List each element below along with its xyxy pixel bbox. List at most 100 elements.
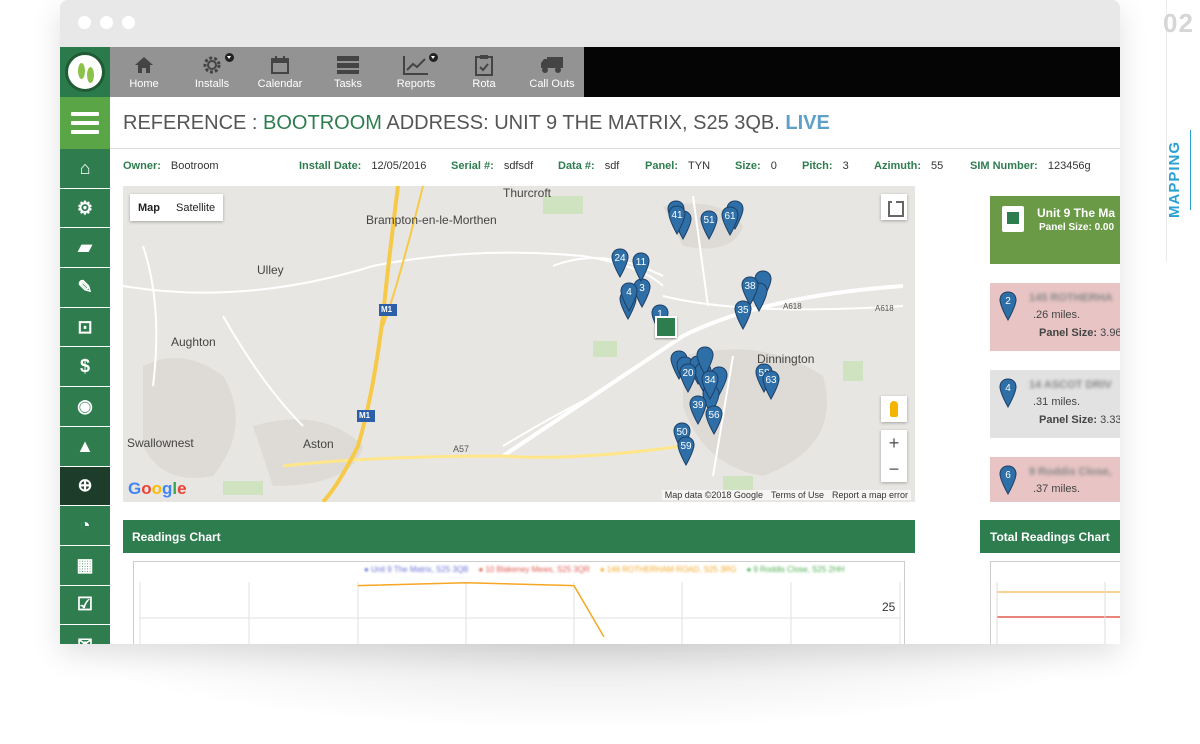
chart-icon <box>382 52 450 78</box>
readings-chart-title: Readings Chart <box>123 520 915 553</box>
calendar-icon <box>246 52 314 78</box>
map-pin-icon[interactable]: 24 <box>611 248 629 279</box>
window-dot-maximize[interactable] <box>122 16 135 29</box>
map-pin-icon[interactable]: 56 <box>705 405 723 436</box>
sidebar-pie-chart-icon[interactable]: ◔ <box>60 506 110 546</box>
map-tab-satellite[interactable]: Satellite <box>168 194 223 221</box>
selected-install-card[interactable]: Unit 9 The Ma Panel Size: 0.00 <box>990 196 1120 264</box>
readings-chart: Unit 9 The Matrix, S25 3QB 10 Blakeney M… <box>133 561 905 644</box>
map-pin-icon[interactable]: 41 <box>668 205 686 236</box>
home-marker-icon[interactable] <box>655 316 677 338</box>
nav-home[interactable]: Home <box>110 47 178 97</box>
sidebar-grid-icon[interactable]: ▦ <box>60 546 110 586</box>
svg-text:3: 3 <box>639 283 645 294</box>
nearby-install-name: 9 Roddis Close, <box>1029 466 1112 478</box>
map-place-swallownest: Swallownest <box>127 436 194 450</box>
fullscreen-icon[interactable] <box>881 194 907 220</box>
svg-text:61: 61 <box>724 211 736 222</box>
readings-chart-panel: Readings Chart Unit 9 The Matrix, S25 3Q… <box>123 520 915 644</box>
svg-text:38: 38 <box>744 281 756 292</box>
info-owner: Owner: Bootroom <box>123 160 219 172</box>
reference-value: BOOTROOM <box>263 112 382 134</box>
window-shadow <box>60 640 1120 730</box>
selected-install-size: Panel Size: 0.00 <box>1039 222 1115 233</box>
map-tab-map[interactable]: Map <box>130 194 168 221</box>
install-details: Owner: Bootroom Install Date: 12/05/2016 S… <box>110 150 1120 180</box>
sidebar-search-map-icon[interactable]: ⊕ <box>60 466 110 507</box>
map-pin-icon[interactable]: 63 <box>762 370 780 401</box>
hamburger-menu-icon[interactable] <box>60 97 110 149</box>
nav-rota[interactable]: Rota <box>450 47 518 97</box>
sidebar-dollar-icon[interactable]: $ <box>60 347 110 388</box>
nav-reports[interactable]: Reports <box>382 47 450 97</box>
footprints-logo-icon <box>65 52 105 92</box>
truck-icon <box>518 52 586 78</box>
sidebar-eye-icon[interactable]: ◉ <box>60 387 110 427</box>
sidebar-mail-icon[interactable]: ✉ <box>60 625 110 644</box>
installs-map[interactable]: Thurcroft Brampton-en-le-Morthen Ulley A… <box>123 186 915 502</box>
browser-window: Home Installs Calendar Tasks Reports Rot… <box>60 0 1120 644</box>
map-credits: Map data ©2018 Google Terms of Use Repor… <box>661 490 911 500</box>
nav-spacer <box>584 47 1120 97</box>
map-pin-icon[interactable]: 35 <box>734 300 752 331</box>
sidebar-gear-icon[interactable]: ⚙ <box>60 189 110 229</box>
tasks-icon <box>314 52 382 78</box>
nearby-install-card[interactable]: 2 145 ROTHERHA .26 miles. Panel Size: 3.… <box>990 283 1120 351</box>
info-serial: Serial #: sdfsdf <box>451 160 534 172</box>
map-place-aughton: Aughton <box>171 335 216 349</box>
nav-calendar[interactable]: Calendar <box>246 47 314 97</box>
nav-installs[interactable]: Installs <box>178 47 246 97</box>
nav-menu: Home Installs Calendar Tasks Reports Rot… <box>110 47 586 97</box>
zoom-in-button[interactable]: + <box>881 430 907 456</box>
nav-callouts[interactable]: Call Outs <box>518 47 586 97</box>
map-pin-icon: 2 <box>999 291 1017 321</box>
sidebar-warning-icon[interactable]: ▲ <box>60 427 110 467</box>
map-pin-icon[interactable]: 4 <box>620 282 638 313</box>
nav-tasks[interactable]: Tasks <box>314 47 382 97</box>
map-road-m1-south: M1 <box>359 411 371 420</box>
total-readings-title: Total Readings Chart <box>980 520 1120 553</box>
info-panel: Panel: TYN <box>645 160 711 172</box>
terms-link[interactable]: Terms of Use <box>771 490 824 500</box>
map-pin-icon[interactable]: 59 <box>677 436 695 467</box>
home-marker-icon <box>1002 206 1024 232</box>
nearby-install-card[interactable]: 4 14 ASCOT DRIV .31 miles. Panel Size: 3… <box>990 370 1120 438</box>
svg-text:59: 59 <box>680 441 692 452</box>
svg-text:39: 39 <box>692 400 704 411</box>
svg-text:35: 35 <box>737 305 749 316</box>
report-error-link[interactable]: Report a map error <box>832 490 908 500</box>
nearby-install-card[interactable]: 6 9 Roddis Close, .37 miles. <box>990 457 1120 502</box>
window-dot-close[interactable] <box>78 16 91 29</box>
sidebar-home-icon[interactable]: ⌂ <box>60 149 110 189</box>
svg-text:41: 41 <box>671 210 683 221</box>
map-pin-icon[interactable]: 20 <box>679 363 697 394</box>
zoom-out-button[interactable]: − <box>881 456 907 482</box>
address-value: UNIT 9 THE MATRIX, S25 3QB. <box>494 112 780 134</box>
map-pin-icon[interactable]: 61 <box>721 206 739 237</box>
sidebar: ⌂ ⚙ ▰ ✎ ⊡ $ ◉ ▲ ⊕ ◔ ▦ ☑ ✉ <box>60 97 110 644</box>
map-pin-icon: 6 <box>999 465 1017 495</box>
logo[interactable] <box>60 47 110 97</box>
nearby-install-distance: .37 miles. <box>1033 483 1081 495</box>
window-dot-minimize[interactable] <box>100 16 113 29</box>
map-pin-icon[interactable]: 51 <box>700 210 718 241</box>
nav-tasks-label: Tasks <box>333 78 363 90</box>
gear-icon <box>178 52 246 78</box>
y-tick-label: 25 <box>882 600 896 614</box>
sidebar-cart-icon[interactable]: ⊡ <box>60 308 110 348</box>
google-logo: Google <box>128 479 187 498</box>
svg-text:4: 4 <box>626 287 632 298</box>
sidebar-truck-icon[interactable]: ▰ <box>60 228 110 269</box>
reports-dropdown-icon <box>429 53 438 62</box>
map-pin-icon[interactable]: 11 <box>632 252 650 283</box>
nav-home-label: Home <box>129 78 159 90</box>
selected-install-title: Unit 9 The Ma <box>1037 206 1116 220</box>
sidebar-checklist-icon[interactable]: ☑ <box>60 586 110 626</box>
svg-text:4: 4 <box>1005 383 1011 394</box>
sidebar-wrench-icon[interactable]: ✎ <box>60 268 110 308</box>
reference-label: REFERENCE : <box>123 112 258 134</box>
street-view-pegman-icon[interactable] <box>881 396 907 422</box>
svg-text:6: 6 <box>1005 470 1011 481</box>
info-azimuth: Azimuth: 55 <box>874 160 944 172</box>
readings-plot <box>139 582 901 644</box>
